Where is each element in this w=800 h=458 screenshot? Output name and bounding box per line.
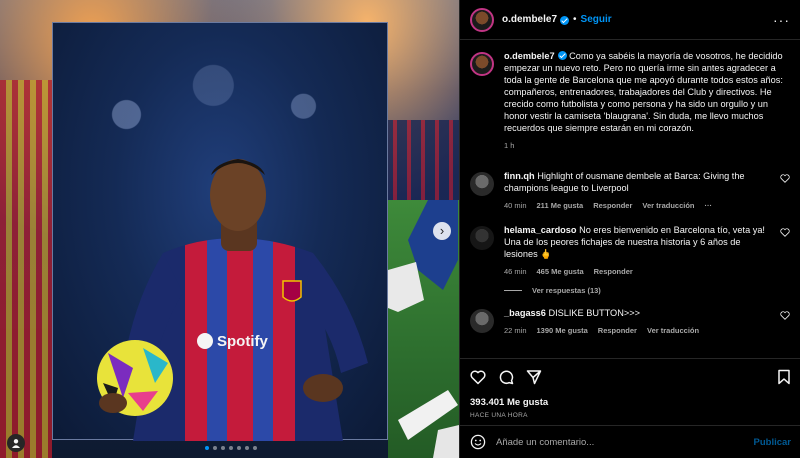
share-send-icon[interactable] (526, 369, 542, 385)
comment-text: DISLIKE BUTTON>>> (548, 308, 640, 318)
comment-likes[interactable]: 465 Me gusta (537, 266, 584, 278)
bookmark-save-icon[interactable] (777, 369, 791, 385)
emoji-icon[interactable] (470, 434, 486, 450)
player-poster: Spotify (52, 22, 388, 441)
comment-username[interactable]: _bagass6 (504, 308, 546, 318)
pitch-image-right (388, 200, 459, 458)
author-username[interactable]: o.dembele7 (502, 14, 557, 25)
replies-divider (504, 290, 522, 291)
comment-more-icon[interactable]: ··· (705, 200, 713, 212)
view-replies-label: Ver respuestas (13) (532, 286, 601, 295)
caption-time: 1 h (504, 141, 515, 150)
verified-badge-icon (560, 16, 570, 25)
carousel-dot (237, 446, 241, 450)
post-media[interactable]: Spotify › (0, 0, 459, 458)
comment-item: _bagass6 DISLIKE BUTTON>>> 22 min 1390 M… (470, 307, 790, 337)
player-illustration: Spotify (97, 159, 368, 441)
comment-bubble-icon[interactable] (498, 369, 514, 385)
tagged-users-button[interactable] (7, 434, 25, 452)
like-count[interactable]: 393.401 Me gusta (470, 397, 791, 408)
like-comment-heart-icon[interactable] (780, 174, 790, 183)
reply-button[interactable]: Responder (598, 325, 637, 337)
like-comment-heart-icon[interactable] (780, 311, 790, 320)
reply-button[interactable]: Responder (594, 266, 633, 278)
post-actions: 393.401 Me gusta HACE UNA HORA (460, 358, 800, 419)
comment-item: finn.qh Highlight of ousmane dembele at … (470, 170, 790, 212)
post-timestamp: HACE UNA HORA (470, 412, 528, 419)
players-silhouette (388, 200, 459, 458)
view-replies-button[interactable]: Ver respuestas (13) (504, 286, 790, 295)
like-comment-heart-icon[interactable] (780, 228, 790, 237)
add-comment-bar: Publicar (460, 425, 800, 458)
comment-time: 40 min (504, 201, 527, 210)
commenter-avatar[interactable] (470, 309, 494, 333)
chevron-right-icon: › (439, 223, 445, 238)
carousel-dot (205, 446, 209, 450)
comment-time: 46 min (504, 267, 527, 276)
post-caption: o.dembele7 Como ya sabéis la mayoría de … (470, 50, 790, 152)
caption-text: Como ya sabéis la mayoría de vosotros, h… (504, 51, 783, 133)
comment-likes[interactable]: 1390 Me gusta (537, 325, 588, 337)
more-options-icon[interactable]: ··· (773, 12, 790, 28)
verified-badge-icon (557, 51, 567, 60)
author-avatar[interactable] (470, 7, 494, 32)
follow-button[interactable]: Seguir (581, 14, 612, 25)
carousel-dot (221, 446, 225, 450)
publish-button[interactable]: Publicar (754, 437, 792, 448)
commenter-avatar[interactable] (470, 226, 494, 250)
caption-avatar[interactable] (470, 52, 494, 76)
comment-text: Highlight of ousmane dembele at Barca: G… (504, 171, 745, 193)
caption-username[interactable]: o.dembele7 (504, 51, 555, 61)
comment-item: helama_cardoso No eres bienvenido en Bar… (470, 224, 790, 278)
shirt-sponsor-text: Spotify (217, 333, 268, 350)
comment-username[interactable]: helama_cardoso (504, 225, 577, 235)
comment-likes[interactable]: 211 Me gusta (537, 200, 584, 212)
comment-time: 22 min (504, 326, 527, 335)
translate-button[interactable]: Ver traducción (647, 325, 699, 337)
user-icon (12, 439, 20, 448)
comment-username[interactable]: finn.qh (504, 171, 535, 181)
separator-dot: • (573, 14, 577, 25)
reply-button[interactable]: Responder (593, 200, 632, 212)
post-side-panel: o.dembele7 • Seguir ··· o.dembele7 Como … (459, 0, 800, 458)
carousel-dot (253, 446, 257, 450)
carousel-indicator (205, 446, 257, 450)
carousel-dot (213, 446, 217, 450)
carousel-dot (245, 446, 249, 450)
translate-button[interactable]: Ver traducción (642, 200, 694, 212)
crowd-image-left (0, 80, 52, 458)
post-header: o.dembele7 • Seguir ··· (460, 0, 800, 40)
comments-list[interactable]: o.dembele7 Como ya sabéis la mayoría de … (460, 40, 800, 358)
carousel-next-button[interactable]: › (433, 222, 451, 240)
comment-input[interactable] (496, 436, 754, 448)
like-heart-icon[interactable] (470, 370, 486, 385)
commenter-avatar[interactable] (470, 172, 494, 196)
carousel-dot (229, 446, 233, 450)
